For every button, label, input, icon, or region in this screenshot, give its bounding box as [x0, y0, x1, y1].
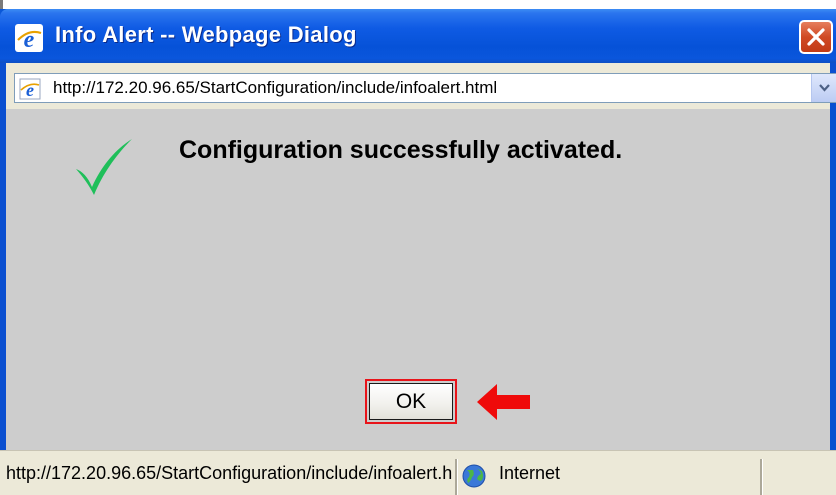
- address-url: http://172.20.96.65/StartConfiguration/i…: [53, 78, 498, 97]
- status-bar: http://172.20.96.65/StartConfiguration/i…: [0, 450, 836, 495]
- security-zone-label: Internet: [499, 463, 561, 483]
- screen: e Info Alert -- Webpage Dialog e http://…: [0, 0, 836, 495]
- dialog-content: Configuration successfully activated. OK: [6, 109, 830, 459]
- status-url: http://172.20.96.65/StartConfiguration/i…: [6, 463, 452, 483]
- webpage-dialog-window: e Info Alert -- Webpage Dialog e http://…: [0, 9, 836, 495]
- status-divider: [455, 459, 457, 495]
- window-title: Info Alert -- Webpage Dialog: [55, 22, 357, 47]
- close-button[interactable]: [799, 20, 833, 54]
- checkmark-icon: [76, 139, 132, 195]
- ok-button[interactable]: OK: [369, 383, 453, 420]
- close-icon: [807, 28, 825, 46]
- chevron-down-icon: [819, 84, 830, 92]
- title-bar[interactable]: e Info Alert -- Webpage Dialog: [0, 9, 836, 63]
- window-frame-right: [830, 63, 836, 495]
- address-bar: e http://172.20.96.65/StartConfiguration…: [6, 63, 836, 109]
- page-icon: e: [19, 78, 41, 100]
- alert-message: Configuration successfully activated.: [179, 136, 623, 164]
- status-divider: [760, 459, 762, 495]
- address-field[interactable]: e http://172.20.96.65/StartConfiguration…: [14, 73, 836, 103]
- address-dropdown-button[interactable]: [811, 74, 836, 102]
- red-arrow-icon: [477, 384, 530, 420]
- globe-icon: [462, 464, 486, 488]
- svg-text:e: e: [26, 80, 34, 100]
- internet-explorer-icon: e: [15, 24, 43, 53]
